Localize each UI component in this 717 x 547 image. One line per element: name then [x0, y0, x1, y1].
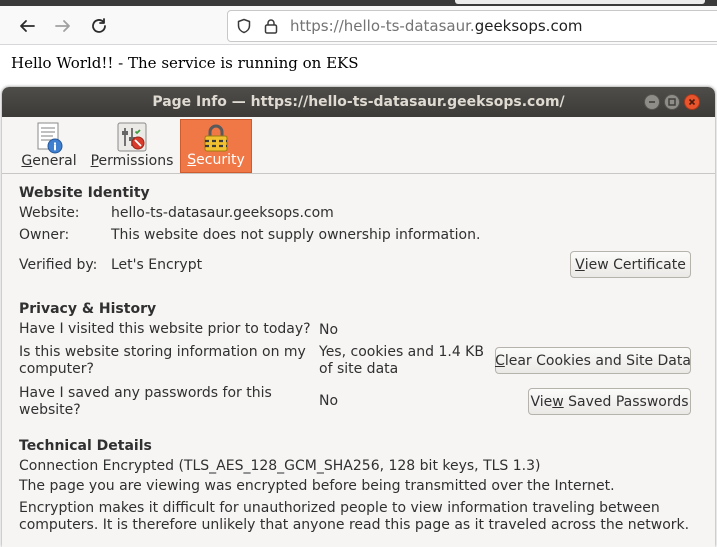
connection-encrypted-text: Connection Encrypted (TLS_AES_128_GCM_SH…: [19, 458, 541, 474]
technical-details-heading: Technical Details: [19, 438, 152, 454]
back-arrow-icon: [20, 20, 35, 32]
tab-general[interactable]: General: [18, 119, 80, 173]
close-icon: [688, 98, 696, 106]
encryption-explanation-line1: The page you are viewing was encrypted b…: [19, 478, 615, 494]
visited-question: Have I visited this website prior to tod…: [19, 321, 311, 337]
storing-answer-line2: of site data: [319, 361, 399, 377]
clear-cookies-button[interactable]: Clear Cookies and Site Data: [495, 347, 691, 374]
maximize-icon: [668, 98, 676, 106]
lock-icon[interactable]: [264, 18, 278, 34]
shield-icon[interactable]: [236, 18, 252, 34]
url-text: https://hello-ts-datasaur.geeksops.com: [290, 17, 583, 35]
storing-question-line1: Is this website storing information on m…: [19, 344, 306, 360]
address-bar[interactable]: https://hello-ts-datasaur.geeksops.com: [227, 10, 717, 42]
url-faded-part: https://hello-ts-datasaur.: [290, 17, 475, 35]
forward-button[interactable]: [49, 12, 77, 40]
dialog-title: Page Info — https://hello-ts-datasaur.ge…: [152, 94, 565, 110]
tab-permissions[interactable]: Permissions: [90, 119, 174, 173]
url-domain-part: geeksops.com: [474, 17, 583, 35]
storing-answer-line1: Yes, cookies and 1.4 KB: [319, 344, 484, 360]
tab-security[interactable]: Security: [180, 119, 252, 173]
tab-general-label: General: [21, 153, 77, 169]
page-info-tabs: General Permissions Security: [2, 117, 715, 174]
minimize-button[interactable]: [644, 94, 660, 110]
visited-answer: No: [319, 322, 339, 338]
active-tab-edge[interactable]: [455, 0, 705, 4]
back-button[interactable]: [13, 12, 41, 40]
document-info-icon: [37, 122, 63, 154]
close-button[interactable]: [684, 94, 700, 110]
verified-by-value: Let's Encrypt: [111, 257, 203, 273]
encryption-explanation-line3: computers. It is therefore unlikely that…: [19, 517, 690, 533]
maximize-button[interactable]: [664, 94, 680, 110]
view-certificate-button[interactable]: View Certificate: [570, 251, 691, 278]
view-saved-passwords-button[interactable]: Vie w Saved Passwords: [528, 388, 691, 415]
reload-button[interactable]: [85, 12, 113, 40]
owner-value: This website does not supply ownership i…: [111, 227, 481, 243]
forward-arrow-icon: [55, 20, 70, 32]
passwords-answer: No: [319, 393, 339, 409]
passwords-question-line1: Have I saved any passwords for this: [19, 385, 272, 401]
tab-security-label: Security: [187, 152, 245, 168]
minimize-icon: [649, 101, 655, 103]
owner-label: Owner:: [19, 227, 70, 243]
website-identity-heading: Website Identity: [19, 185, 150, 201]
permissions-icon: [117, 122, 147, 152]
padlock-icon: [204, 124, 228, 152]
reload-icon: [92, 18, 106, 33]
navigation-toolbar: https://hello-ts-datasaur.geeksops.com: [0, 6, 717, 45]
storing-question-line2: computer?: [19, 361, 94, 377]
passwords-question-line2: website?: [19, 402, 81, 418]
dialog-titlebar[interactable]: Page Info — https://hello-ts-datasaur.ge…: [2, 87, 715, 117]
page-content-text: Hello World!! - The service is running o…: [11, 54, 359, 72]
website-label: Website:: [19, 205, 80, 221]
website-value: hello-ts-datasaur.geeksops.com: [111, 205, 334, 221]
verified-by-label: Verified by:: [19, 257, 98, 273]
page-info-dialog: Page Info — https://hello-ts-datasaur.ge…: [2, 87, 715, 547]
privacy-history-heading: Privacy & History: [19, 301, 157, 317]
tab-permissions-label: Permissions: [90, 153, 174, 169]
encryption-explanation-line2: Encryption makes it difficult for unauth…: [19, 500, 660, 516]
